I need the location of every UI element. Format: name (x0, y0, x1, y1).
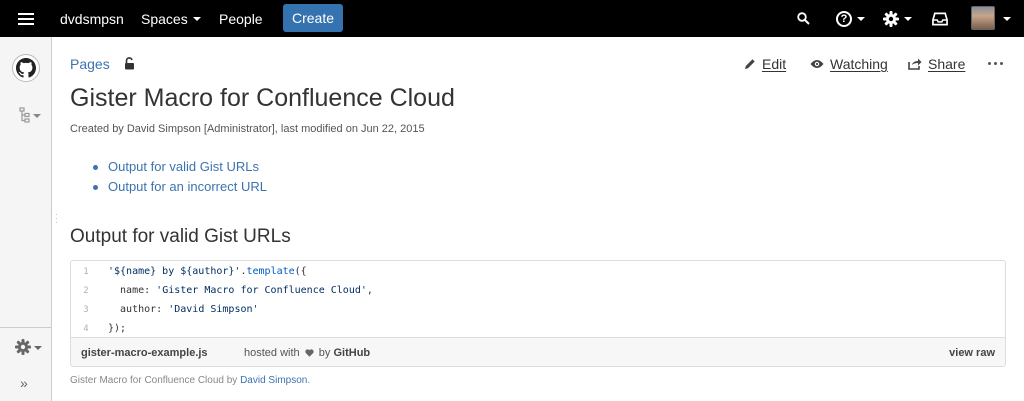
gear-icon (883, 10, 899, 27)
gist-code-text: }); (108, 323, 127, 334)
hamburger-icon[interactable] (18, 0, 36, 37)
space-tools-button[interactable] (15, 339, 42, 355)
tray-icon[interactable] (932, 0, 948, 37)
gist-filename-link[interactable]: gister-macro-example.js (81, 347, 208, 359)
gear-icon (15, 339, 31, 355)
share-icon (908, 58, 922, 70)
watching-button[interactable]: Watching (810, 56, 888, 72)
gist-line-number[interactable]: 4 (71, 324, 101, 334)
more-icon[interactable] (988, 62, 1003, 65)
toc-link[interactable]: Output for an incorrect URL (93, 177, 267, 197)
gist-code-line: 4}); (71, 319, 1005, 338)
chevron-down-icon (33, 113, 41, 118)
share-button[interactable]: Share (908, 56, 965, 72)
page-tree-icon (19, 107, 30, 123)
people-link[interactable]: People (219, 0, 263, 37)
pencil-icon (745, 59, 755, 69)
edit-label: Edit (762, 56, 787, 72)
sidebar-resize-handle[interactable]: · · · (55, 211, 59, 227)
eye-icon (810, 60, 824, 68)
lock-icon[interactable] (124, 57, 135, 75)
watching-label: Watching (830, 56, 888, 72)
top-navigation-bar: dvdsmpsn Spaces People Create ? (0, 0, 1024, 37)
help-icon: ? (836, 10, 852, 27)
sidebar-divider (0, 327, 51, 328)
edit-button[interactable]: Edit (744, 56, 786, 72)
chevron-down-icon (857, 17, 865, 21)
toc-link[interactable]: Output for valid Gist URLs (93, 157, 267, 177)
breadcrumb[interactable]: Pages (70, 56, 110, 72)
gist-code-text: name: 'Gister Macro for Confluence Cloud… (108, 285, 373, 296)
caption-end: . (307, 375, 311, 386)
view-raw-link[interactable]: view raw (949, 347, 995, 359)
hosted-prefix: hosted with (244, 347, 300, 359)
gist-hosted-note: hosted with by GitHub (244, 347, 370, 359)
chevron-down-icon[interactable] (1003, 17, 1011, 21)
gist-embed: 1 '${name} by ${author}'.template({ 2 name… (70, 260, 1006, 367)
heart-icon (305, 349, 314, 357)
gist-line-number[interactable]: 2 (71, 286, 101, 296)
chevron-down-icon (904, 17, 912, 21)
page-title: Gister Macro for Confluence Cloud (70, 84, 455, 112)
create-button[interactable]: Create (283, 4, 343, 32)
gist-code-text: '${name} by ${author}'.template({ (108, 266, 307, 277)
gist-code-block: 1 '${name} by ${author}'.template({ 2 name… (71, 261, 1005, 337)
hosted-suffix: by (318, 347, 331, 359)
gist-code-line: 3 author: 'David Simpson' (71, 300, 1005, 319)
section-heading: Output for valid Gist URLs (70, 226, 291, 247)
help-menu[interactable]: ? (836, 0, 865, 37)
site-name-link[interactable]: dvdsmpsn (60, 0, 124, 37)
author-link[interactable]: David Simpson (240, 375, 307, 386)
spaces-menu[interactable]: Spaces (141, 0, 201, 37)
spaces-menu-label: Spaces (141, 10, 188, 27)
gist-code-text: author: 'David Simpson' (108, 304, 259, 315)
gist-code-line: 2 name: 'Gister Macro for Confluence Clo… (71, 281, 1005, 300)
gist-line-number[interactable]: 1 (71, 267, 101, 277)
search-icon[interactable] (797, 0, 811, 37)
settings-menu[interactable] (883, 0, 912, 37)
github-icon[interactable] (12, 54, 40, 82)
share-label: Share (928, 56, 966, 72)
gist-code-line: 1 '${name} by ${author}'.template({ (71, 262, 1005, 281)
gist-meta-bar: gister-macro-example.js hosted with by G… (71, 337, 1005, 366)
gist-line-number[interactable]: 3 (71, 305, 101, 315)
page-byline: Created by David Simpson [Administrator]… (70, 123, 425, 135)
chevron-down-icon (192, 17, 201, 21)
avatar[interactable] (971, 6, 995, 30)
page-tree-button[interactable] (19, 107, 41, 123)
gist-caption: Gister Macro for Confluence Cloud by Dav… (70, 375, 310, 386)
expand-icon[interactable]: » (20, 375, 28, 391)
space-sidebar: » (0, 37, 52, 401)
table-of-contents: Output for valid Gist URLs Output for an… (93, 157, 267, 197)
chevron-down-icon (34, 345, 42, 350)
caption-text: Gister Macro for Confluence Cloud by (70, 375, 238, 386)
github-link[interactable]: GitHub (333, 347, 370, 359)
